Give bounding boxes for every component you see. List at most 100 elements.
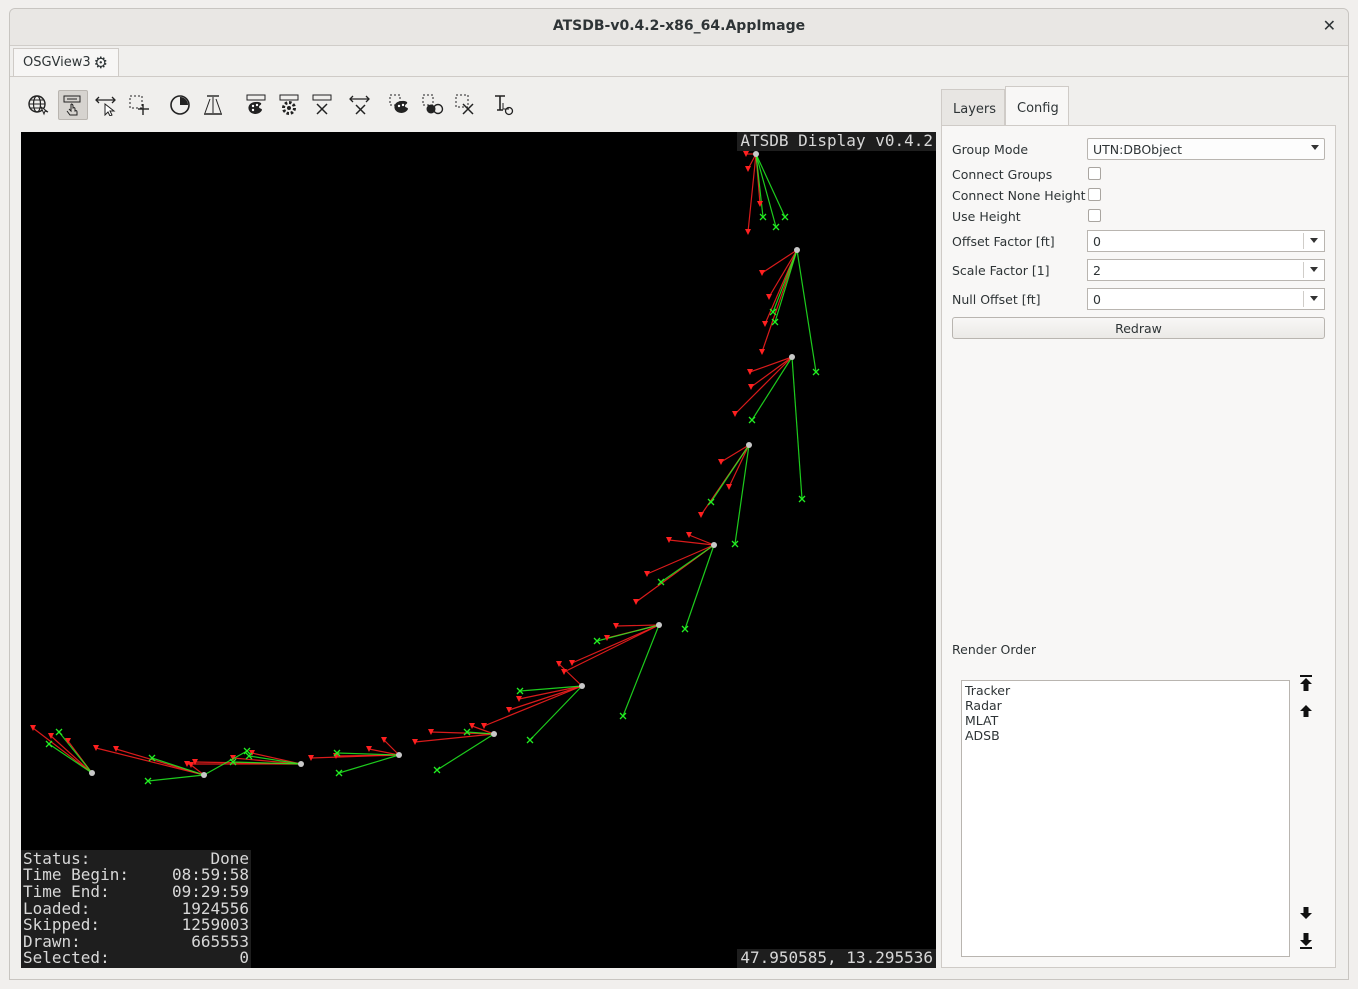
adsb-plot [55,728,63,736]
radar-line [483,685,583,727]
select-clear-icon[interactable] [451,90,481,120]
offset-factor-input[interactable]: 0 [1087,230,1325,252]
select-style-icon[interactable] [385,90,415,120]
radar-plot [698,512,704,518]
zoom-icon[interactable] [345,90,375,120]
adsb-plot [433,766,441,774]
scale-factor-value: 2 [1093,263,1101,278]
list-item[interactable]: ADSB [965,728,1286,743]
use-height-checkbox[interactable] [1088,209,1101,222]
list-item[interactable]: Tracker [965,683,1286,698]
list-item[interactable]: Radar [965,698,1286,713]
tracker-plot [656,622,662,628]
move-down-icon[interactable] [1298,904,1314,922]
height-icon[interactable] [198,90,228,120]
null-offset-label: Null Offset [ft] [952,292,1041,307]
group-mode-select[interactable]: UTN:DBObject [1087,138,1325,160]
radar-plot [759,349,765,355]
select-points-icon[interactable] [418,90,448,120]
redraw-button[interactable]: Redraw [952,317,1325,339]
offset-factor-label: Offset Factor [ft] [952,234,1055,249]
null-offset-input[interactable]: 0 [1087,288,1325,310]
chevron-down-icon[interactable] [1310,267,1318,272]
connect-none-height-label: Connect None Height [952,188,1086,203]
tracker-plot [89,770,95,776]
chevron-down-icon[interactable] [1310,238,1318,243]
chevron-down-icon [1311,145,1319,150]
adsb-line [772,249,798,313]
radar-plot [766,294,772,300]
style-icon[interactable] [241,90,271,120]
radar-line [750,356,793,388]
config-panel: Layers Config Group Mode UTN:DBObject Co… [941,86,1336,968]
tracker-plot [711,542,717,548]
adsb-line [338,754,400,774]
adsb-line [751,356,793,421]
move-to-top-icon[interactable] [1298,674,1314,692]
clear-icon[interactable] [307,90,337,120]
divider [1303,233,1304,249]
divider [1303,262,1304,278]
radar-plot [732,411,738,417]
radar-line [32,727,93,774]
adsb-line [755,153,764,218]
coordinate-readout: 47.950585, 13.295536 [737,949,936,968]
divider [1303,291,1304,307]
radar-plot [633,599,639,605]
list-item[interactable]: MLAT [965,713,1286,728]
tracker-plot [794,247,800,253]
radar-plot [561,669,567,675]
tracker-plot [746,442,752,448]
adsb-line [660,544,715,583]
tracker-plot [753,151,759,157]
null-offset-value: 0 [1093,292,1101,307]
move-up-icon[interactable] [1298,702,1314,720]
group-mode-value: UTN:DBObject [1093,142,1183,157]
connect-groups-checkbox[interactable] [1088,167,1101,180]
select-add-icon[interactable] [124,90,154,120]
adsb-line [791,356,803,500]
stat-label: Selected: [23,948,110,968]
radar-plot [718,459,724,465]
radar-line [558,663,583,687]
adsb-line [684,544,715,630]
chevron-down-icon[interactable] [1310,296,1318,301]
tracker-plot [396,752,402,758]
close-icon[interactable]: ✕ [1323,16,1336,35]
time-icon[interactable] [165,90,195,120]
tab-layers[interactable]: Layers [941,89,1005,125]
connect-none-height-checkbox[interactable] [1088,188,1101,201]
radar-plot [745,229,751,235]
stat-row: Selected: 0 [23,950,249,967]
navigate-icon[interactable] [58,90,88,120]
offset-factor-value: 0 [1093,234,1101,249]
stat-value: 0 [239,948,249,968]
gear-icon[interactable]: ⚙ [94,53,108,72]
tab-config[interactable]: Config [1005,86,1069,126]
adsb-line [147,774,205,782]
radar-plot [569,660,575,666]
move-to-bottom-icon[interactable] [1298,932,1314,950]
measure-icon[interactable] [91,90,121,120]
tab-osgview3[interactable]: OSGView3 ⚙ [13,48,119,76]
adsb-line [58,731,93,774]
config-body: Group Mode UTN:DBObject Connect Groups C… [941,125,1336,968]
label-icon[interactable] [489,90,519,120]
track-canvas[interactable] [21,132,936,968]
adsb-plot [619,712,627,720]
adsb-plot [781,213,789,221]
scale-factor-label: Scale Factor [1] [952,263,1050,278]
radar-plot [745,166,751,172]
globe-icon[interactable] [23,90,53,120]
radar-plot [759,270,765,276]
adsb-line [48,743,93,774]
render-order-list[interactable]: Tracker Radar MLAT ADSB [961,680,1290,957]
adsb-plot [335,769,343,777]
config-icon[interactable] [274,90,304,120]
tracker-plot [491,731,497,737]
scale-factor-input[interactable]: 2 [1087,259,1325,281]
adsb-plot [681,625,689,633]
window-title: ATSDB-v0.4.2-x86_64.AppImage [552,18,806,34]
radar-plot [686,532,692,538]
map-view[interactable]: ATSDB Display v0.4.2 47.950585, 13.29553… [21,132,936,968]
